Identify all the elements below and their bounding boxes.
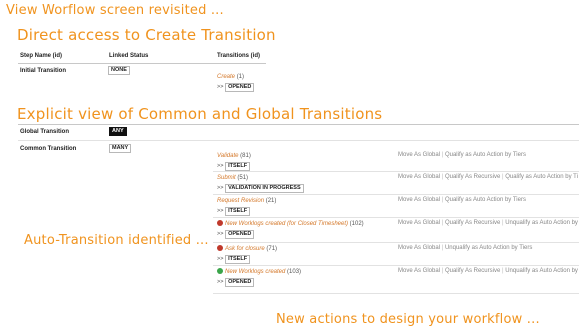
transition-link[interactable]: New Worklogs created — [225, 269, 285, 275]
action-link[interactable]: Qualify As Recursive — [445, 220, 500, 226]
target-status-badge: ITSELF — [225, 207, 251, 216]
row-divider — [213, 293, 579, 294]
transition-actions: Move As Global | Unqualify as Auto Actio… — [398, 245, 532, 251]
transition-id: (81) — [240, 153, 251, 159]
column-header-linked-status: Linked Status — [109, 53, 149, 59]
action-link[interactable]: Qualify as Auto Action by Tiers — [445, 197, 526, 203]
row-divider — [213, 242, 579, 243]
transition-row: Request Revision (21) >> ITSELF — [217, 197, 276, 216]
target-status-badge: OPENED — [225, 230, 255, 239]
target-status-badge: ITSELF — [225, 162, 251, 171]
action-link[interactable]: Unqualify as Auto Action by — [505, 220, 578, 226]
arrow-label: >> — [217, 84, 224, 90]
transition-id: (71) — [266, 246, 278, 252]
arrow-label: >> — [217, 279, 224, 285]
action-link[interactable]: Qualify As Recursive — [445, 174, 500, 180]
action-link[interactable]: Move As Global — [398, 152, 440, 158]
action-link[interactable]: Move As Global — [398, 268, 440, 274]
row-divider — [213, 194, 579, 195]
transition-id: (103) — [287, 269, 302, 275]
warning-icon — [217, 245, 223, 251]
action-link[interactable]: Move As Global — [398, 197, 440, 203]
section-heading-direct: Direct access to Create Transition — [17, 26, 276, 44]
row-label-common: Common Transition — [20, 146, 77, 152]
annotation-new-actions: New actions to design your workflow ... — [276, 312, 540, 327]
transition-id: (1) — [236, 74, 245, 80]
transition-link-create[interactable]: Create — [217, 74, 235, 80]
action-link[interactable]: Qualify As Recursive — [445, 268, 500, 274]
transition-link[interactable]: Ask for closure — [225, 246, 265, 252]
row-label-initial: Initial Transition — [20, 68, 67, 74]
global-table-top-divider — [18, 124, 579, 125]
action-link[interactable]: Move As Global — [398, 220, 440, 226]
transition-link[interactable]: Request Revision — [217, 198, 264, 204]
status-badge-none: NONE — [108, 66, 130, 75]
transition-actions: Move As Global | Qualify As Recursive | … — [398, 268, 578, 274]
transition-link[interactable]: Validate — [217, 153, 238, 159]
target-status-badge: ITSELF — [225, 255, 251, 264]
arrow-label: >> — [217, 256, 224, 262]
page-title: View Worflow screen revisited ... — [6, 3, 224, 18]
transition-actions: Move As Global | Qualify as Auto Action … — [398, 152, 526, 158]
transition-id: (51) — [237, 175, 249, 181]
column-header-step: Step Name (id) — [20, 53, 63, 59]
action-link[interactable]: Move As Global — [398, 245, 440, 251]
target-status-badge: OPENED — [225, 83, 255, 92]
action-link[interactable]: Qualify as Auto Action by Tiers — [445, 152, 526, 158]
row-label-global: Global Transition — [20, 129, 70, 135]
transition-link[interactable]: New Worklogs created (for Closed Timeshe… — [225, 221, 348, 227]
transition-row: Validate (81) >> ITSELF — [217, 152, 251, 171]
transition-id: (21) — [265, 198, 277, 204]
row-divider — [213, 171, 579, 172]
transition-row: Ask for closure (71) >> ITSELF — [217, 245, 277, 264]
column-header-transitions: Transitions (id) — [217, 53, 261, 59]
badge-many: MANY — [109, 144, 132, 153]
target-status-badge: OPENED — [225, 278, 255, 287]
transition-row: Submit (51) >> VALIDATION IN PROGRESS — [217, 174, 304, 193]
arrow-label: >> — [217, 163, 224, 169]
transition-create: Create (1) >> OPENED — [217, 73, 255, 92]
annotation-auto-transition: Auto-Transition identified ... — [24, 233, 209, 248]
action-link[interactable]: Move As Global — [398, 174, 440, 180]
arrow-label: >> — [217, 231, 224, 237]
transition-actions: Move As Global | Qualify as Auto Action … — [398, 197, 526, 203]
section-heading-explicit: Explicit view of Common and Global Trans… — [17, 105, 383, 123]
table-header-divider — [18, 63, 266, 64]
arrow-label: >> — [217, 185, 224, 191]
target-status-badge: VALIDATION IN PROGRESS — [225, 184, 304, 193]
transition-actions: Move As Global | Qualify As Recursive | … — [398, 220, 578, 226]
warning-icon — [217, 220, 223, 226]
row-divider — [213, 265, 579, 266]
transition-id: (102) — [349, 221, 364, 227]
row-divider — [18, 140, 579, 141]
transition-row: New Worklogs created (103) >> OPENED — [217, 268, 301, 287]
action-link[interactable]: Qualify as Auto Action by Ti — [505, 174, 578, 180]
action-link[interactable]: Unqualify as Auto Action by Tiers — [445, 245, 532, 251]
badge-any: ANY — [109, 127, 127, 136]
transition-actions: Move As Global | Qualify As Recursive | … — [398, 174, 578, 180]
transition-row: New Worklogs created (for Closed Timeshe… — [217, 220, 364, 239]
row-divider — [213, 217, 579, 218]
auto-icon — [217, 268, 223, 274]
transition-link[interactable]: Submit — [217, 175, 236, 181]
arrow-label: >> — [217, 208, 224, 214]
action-link[interactable]: Unqualify as Auto Action by — [505, 268, 578, 274]
